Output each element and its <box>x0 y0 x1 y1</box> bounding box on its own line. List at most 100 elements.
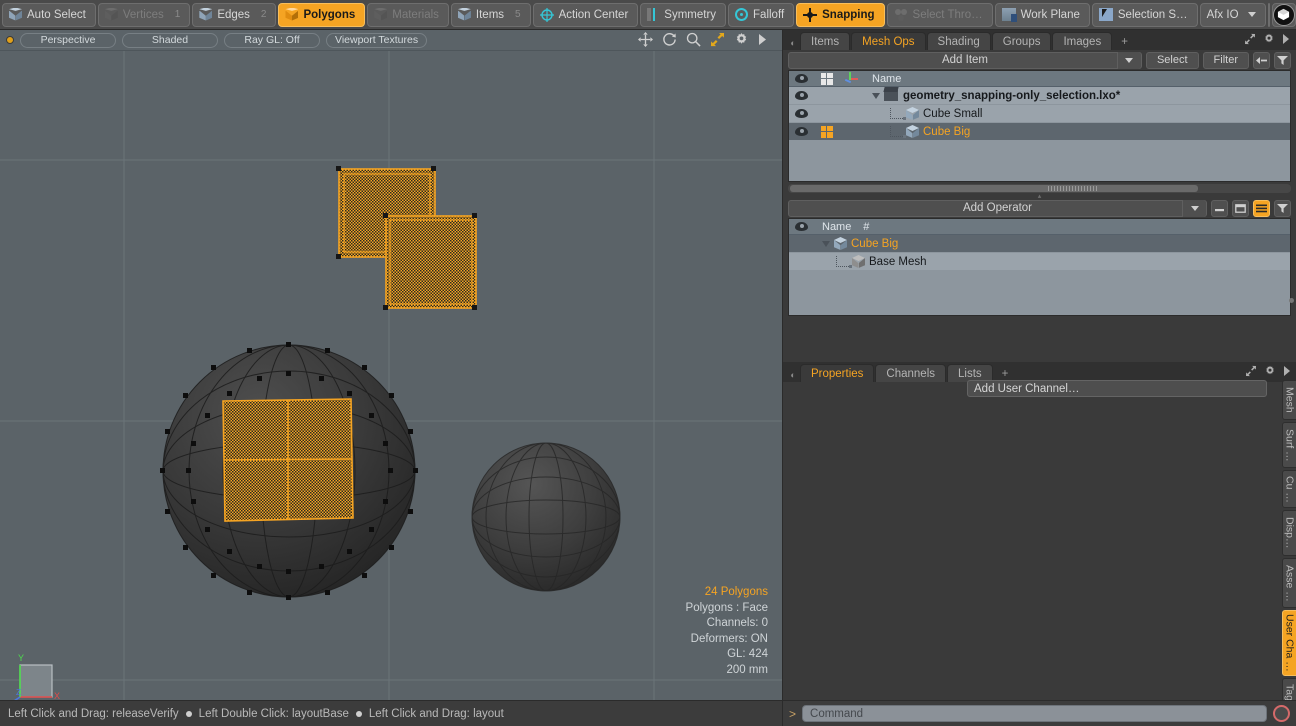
selected-face-patch <box>223 399 353 521</box>
row-name-cell[interactable]: Cube Big <box>864 123 970 140</box>
tab-shading[interactable]: Shading <box>927 32 991 50</box>
row-visibility-toggle[interactable] <box>789 253 814 270</box>
properties-vertical-tabs: Mesh Surf … Cu … Disp… Asse … User Cha …… <box>1281 380 1296 696</box>
row-name-cell[interactable]: Cube Big <box>814 235 898 252</box>
operator-list[interactable]: Name # Cube Big Base Mesh <box>788 218 1291 316</box>
add-user-channel-button[interactable]: Add User Channel… <box>967 380 1267 397</box>
expand-triangle-icon[interactable] <box>872 93 880 99</box>
toolbar-extra-button[interactable] <box>1268 3 1270 27</box>
row-grid-cell[interactable] <box>814 87 839 104</box>
gear-icon[interactable] <box>1264 365 1276 380</box>
row-visibility-toggle[interactable] <box>789 87 814 104</box>
row-axis-cell[interactable] <box>839 105 864 122</box>
operator-name: Cube Big <box>851 238 898 250</box>
toolbar-item-selection-sets[interactable]: Selection S… <box>1092 3 1198 27</box>
tab-groups[interactable]: Groups <box>992 32 1052 50</box>
gear-icon[interactable] <box>1263 33 1275 48</box>
row-name-cell[interactable]: Base Mesh <box>814 253 927 270</box>
toolbar-item-auto-select[interactable]: Auto Select <box>2 3 96 27</box>
viewport-shading-button[interactable]: Shaded <box>122 33 218 48</box>
row-grid-cell[interactable] <box>814 123 839 140</box>
expand-icon[interactable] <box>1244 33 1256 48</box>
record-icon[interactable] <box>1273 705 1290 722</box>
table-row[interactable]: Cube Big <box>789 123 1290 141</box>
command-bar: > Command <box>782 700 1296 726</box>
row-axis-cell[interactable] <box>839 87 864 104</box>
add-item-button[interactable]: Add Item <box>788 52 1142 69</box>
viewport-canvas[interactable]: Y X Z <box>0 51 782 700</box>
toolbar-item-items[interactable]: Items 5 <box>451 3 531 27</box>
item-list-scrollbar[interactable] <box>788 184 1291 193</box>
tab-add[interactable]: + <box>1113 32 1136 50</box>
add-operator-dropdown[interactable] <box>1182 200 1206 217</box>
tab-items[interactable]: Items <box>800 32 850 50</box>
expand-triangle-icon[interactable] <box>822 241 830 247</box>
vtab-mesh[interactable]: Mesh <box>1282 380 1296 420</box>
row-axis-cell[interactable] <box>839 123 864 140</box>
table-row[interactable]: Cube Big <box>789 235 1290 253</box>
add-operator-button[interactable]: Add Operator <box>788 200 1207 217</box>
table-row[interactable]: geometry_snapping-only_selection.lxo* <box>789 87 1290 105</box>
operator-list-empty-area[interactable] <box>789 271 1290 315</box>
vtab-surfaces[interactable]: Surf … <box>1282 422 1296 468</box>
toolbar-item-polygons[interactable]: Polygons <box>278 3 365 27</box>
viewport-menu-dot[interactable] <box>6 36 14 44</box>
vtab-assembly[interactable]: Asse … <box>1282 558 1296 608</box>
table-row[interactable]: Base Mesh <box>789 253 1290 271</box>
play-icon[interactable] <box>1283 366 1291 379</box>
toolbar-item-vertices[interactable]: Vertices 1 <box>98 3 190 27</box>
cube-icon <box>105 8 118 22</box>
vtab-curves[interactable]: Cu … <box>1282 470 1296 508</box>
tab-images[interactable]: Images <box>1052 32 1112 50</box>
toolbar-item-materials[interactable]: Materials <box>367 3 449 27</box>
table-row[interactable]: Cube Small <box>789 105 1290 123</box>
row-name-cell[interactable]: Cube Small <box>864 105 982 122</box>
small-sphere <box>472 443 620 591</box>
expand-icon[interactable] <box>1245 365 1257 380</box>
play-icon[interactable] <box>758 33 768 49</box>
row-grid-cell[interactable] <box>814 105 839 122</box>
viewport-raygl-button[interactable]: Ray GL: Off <box>224 33 320 48</box>
window-icon[interactable] <box>1232 200 1249 217</box>
item-list-empty-area[interactable] <box>789 141 1290 181</box>
vtab-user-channels[interactable]: User Cha … <box>1282 610 1296 676</box>
toolbar-item-symmetry[interactable]: Symmetry <box>640 3 726 27</box>
target-icon <box>540 8 554 22</box>
row-visibility-toggle[interactable] <box>789 235 814 252</box>
toolbar-item-select-through[interactable]: Select Thro… <box>887 3 993 27</box>
panel-menu-icon[interactable]: ◐ <box>787 368 799 382</box>
toolbar-item-falloff[interactable]: Falloff <box>728 3 794 27</box>
zoom-icon[interactable] <box>686 32 701 50</box>
command-input[interactable]: Command <box>802 705 1267 722</box>
viewport[interactable]: Perspective Shaded Ray GL: Off Viewport … <box>0 30 782 700</box>
toolbar-item-edges[interactable]: Edges 2 <box>192 3 276 27</box>
toolbar-item-afx-io[interactable]: Afx IO <box>1200 3 1266 27</box>
panel-menu-icon[interactable]: ◐ <box>787 36 799 50</box>
toolbar-item-work-plane[interactable]: Work Plane <box>995 3 1090 27</box>
toolbar-item-snapping[interactable]: Snapping <box>796 3 884 27</box>
add-item-dropdown[interactable] <box>1117 52 1141 69</box>
gear-icon[interactable] <box>734 32 749 50</box>
move-icon[interactable] <box>638 32 653 50</box>
list-view-icon[interactable] <box>1253 200 1270 217</box>
row-visibility-toggle[interactable] <box>789 105 814 122</box>
rotate-icon[interactable] <box>662 32 677 50</box>
vtab-displacement[interactable]: Disp… <box>1282 510 1296 556</box>
viewport-textures-button[interactable]: Viewport Textures <box>326 33 427 48</box>
operator-list-header: Name # <box>789 219 1290 235</box>
toolbar-item-action-center[interactable]: Action Center <box>533 3 639 27</box>
tab-channels[interactable]: Channels <box>875 364 946 382</box>
viewport-projection-button[interactable]: Perspective <box>20 33 116 48</box>
filter-button[interactable]: Filter <box>1203 52 1249 69</box>
collapse-icon[interactable] <box>1253 52 1270 69</box>
tab-properties[interactable]: Properties <box>800 364 874 382</box>
modo-logo-button[interactable] <box>1272 3 1296 27</box>
minimize-icon[interactable] <box>1211 200 1228 217</box>
item-list-header: Name <box>789 71 1290 87</box>
row-visibility-toggle[interactable] <box>789 123 814 140</box>
fit-icon[interactable] <box>710 32 725 50</box>
item-list[interactable]: Name geometry_snapping-only_selection.lx… <box>788 70 1291 182</box>
row-name-cell[interactable]: geometry_snapping-only_selection.lxo* <box>864 87 1120 104</box>
tab-mesh-ops[interactable]: Mesh Ops <box>851 32 925 50</box>
select-button[interactable]: Select <box>1146 52 1199 69</box>
